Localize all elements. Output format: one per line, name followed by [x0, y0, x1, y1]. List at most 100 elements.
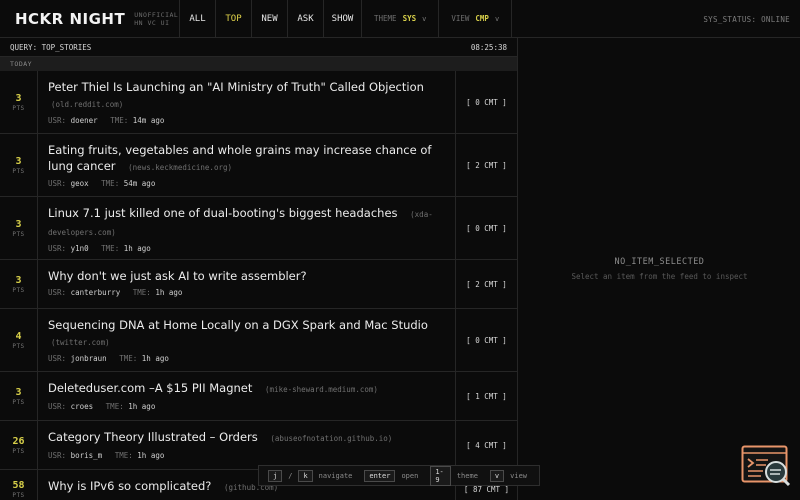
- story-body: Category Theory Illustrated – Orders (ab…: [38, 421, 455, 469]
- story-row[interactable]: 3 PTS Eating fruits, vegetables and whol…: [0, 134, 517, 197]
- story-time: 1h ago: [137, 450, 165, 460]
- story-row[interactable]: 26 PTS Category Theory Illustrated – Ord…: [0, 421, 517, 470]
- comments-link[interactable]: [ 0 CMT ]: [455, 197, 517, 259]
- empty-state-subtitle: Select an item from the feed to inspect: [571, 272, 748, 281]
- story-user[interactable]: boris_m: [71, 451, 103, 460]
- points-column: 3 PTS: [0, 372, 38, 420]
- story-row[interactable]: 3 PTS Peter Thiel Is Launching an "AI Mi…: [0, 71, 517, 134]
- story-title-line: Peter Thiel Is Launching an "AI Ministry…: [48, 79, 445, 112]
- story-title-line: Why don't we just ask AI to write assemb…: [48, 268, 445, 284]
- story-user[interactable]: y1n0: [71, 244, 89, 253]
- story-meta: USR: geox TME: 54m ago: [48, 179, 445, 188]
- comments-link[interactable]: [ 0 CMT ]: [455, 71, 517, 133]
- story-domain[interactable]: (news.keckmedicine.org): [128, 163, 232, 172]
- story-body: Sequencing DNA at Home Locally on a DGX …: [38, 309, 455, 371]
- story-title[interactable]: Peter Thiel Is Launching an "AI Ministry…: [48, 80, 424, 94]
- story-title[interactable]: Deleteduser.com –A $15 PII Magnet: [48, 381, 252, 395]
- nav-all[interactable]: ALL: [180, 0, 216, 37]
- story-meta: USR: croes TME: 1h ago: [48, 402, 445, 411]
- query-label: QUERY: TOP_STORIES: [10, 42, 92, 52]
- story-user[interactable]: geox: [71, 179, 89, 188]
- user-label: USR:: [48, 244, 67, 253]
- logo-subtitle-line-2: HN VC UI: [134, 18, 170, 27]
- story-time: 54m ago: [123, 179, 156, 188]
- logo[interactable]: HCKR NIGHT UNOFFICIAL HN VC UI: [0, 0, 180, 37]
- inspector-icon: [741, 445, 791, 487]
- comments-link[interactable]: [ 0 CMT ]: [455, 309, 517, 371]
- points-value: 3: [15, 218, 22, 230]
- points-label: PTS: [12, 398, 25, 406]
- points-label: PTS: [12, 447, 25, 455]
- feed-panel: QUERY: TOP_STORIES 08:25:38 TODAY 3 PTS …: [0, 38, 518, 500]
- points-label: PTS: [12, 104, 25, 112]
- inspector-widget-button[interactable]: [741, 445, 791, 487]
- story-title[interactable]: Why don't we just ask AI to write assemb…: [48, 269, 307, 283]
- story-title-line: Eating fruits, vegetables and whole grai…: [48, 142, 445, 175]
- logo-subtitle: UNOFFICIAL HN VC UI: [134, 11, 178, 27]
- keyboard-hints: j / k navigate enter open 1-9 theme v vi…: [258, 465, 540, 486]
- comments-link[interactable]: [ 2 CMT ]: [455, 260, 517, 308]
- key-separator: /: [288, 471, 293, 480]
- user-label: USR:: [48, 450, 67, 460]
- points-label: PTS: [12, 230, 25, 238]
- story-time: 1h ago: [128, 401, 156, 411]
- nav-new[interactable]: NEW: [252, 0, 288, 37]
- time-label: TME:: [105, 401, 124, 411]
- story-time: 1h ago: [141, 354, 169, 363]
- story-body: Linux 7.1 just killed one of dual-bootin…: [38, 197, 455, 259]
- story-time: 1h ago: [155, 287, 183, 297]
- time-label: TME:: [101, 244, 120, 253]
- key-enter: enter: [364, 469, 396, 482]
- points-column: 26 PTS: [0, 421, 38, 469]
- points-column: 58 PTS: [0, 470, 38, 500]
- comments-link[interactable]: [ 1 CMT ]: [455, 372, 517, 420]
- story-title-line: Category Theory Illustrated – Orders (ab…: [48, 429, 445, 447]
- detail-panel: NO_ITEM_SELECTED Select an item from the…: [519, 38, 800, 500]
- user-label: USR:: [48, 287, 67, 297]
- comments-link[interactable]: [ 4 CMT ]: [455, 421, 517, 469]
- story-row[interactable]: 3 PTS Why don't we just ask AI to write …: [0, 260, 517, 309]
- story-user[interactable]: doener: [71, 116, 98, 125]
- story-title[interactable]: Linux 7.1 just killed one of dual-bootin…: [48, 206, 398, 220]
- story-row[interactable]: 4 PTS Sequencing DNA at Home Locally on …: [0, 309, 517, 372]
- story-title[interactable]: Sequencing DNA at Home Locally on a DGX …: [48, 318, 428, 332]
- points-label: PTS: [12, 286, 25, 294]
- top-bar: HCKR NIGHT UNOFFICIAL HN VC UI ALL TOP N…: [0, 0, 800, 38]
- nav-show[interactable]: SHOW: [324, 0, 362, 37]
- points-value: 3: [15, 386, 22, 398]
- user-label: USR:: [48, 116, 67, 125]
- chevron-down-icon: v: [422, 14, 427, 23]
- story-list: 3 PTS Peter Thiel Is Launching an "AI Mi…: [0, 71, 517, 500]
- story-title[interactable]: Why is IPv6 so complicated?: [48, 479, 211, 493]
- story-time: 1h ago: [123, 244, 151, 253]
- nav-top[interactable]: TOP: [216, 0, 252, 37]
- story-domain[interactable]: (mike-sheward.medium.com): [265, 385, 378, 394]
- story-domain[interactable]: (twitter.com): [51, 338, 110, 347]
- story-time: 14m ago: [132, 116, 165, 125]
- story-user[interactable]: croes: [71, 402, 94, 411]
- story-domain[interactable]: (old.reddit.com): [51, 100, 123, 109]
- key-v: v: [489, 469, 505, 482]
- comments-link[interactable]: [ 2 CMT ]: [455, 134, 517, 196]
- theme-dropdown[interactable]: THEME SYS v: [362, 0, 440, 37]
- points-column: 4 PTS: [0, 309, 38, 371]
- story-body: Why don't we just ask AI to write assemb…: [38, 260, 455, 308]
- story-user[interactable]: canterburry: [71, 288, 121, 297]
- time-label: TME:: [132, 287, 151, 297]
- logo-subtitle-line-1: UNOFFICIAL: [134, 10, 179, 19]
- story-row[interactable]: 3 PTS Linux 7.1 just killed one of dual-…: [0, 197, 517, 260]
- nav-ask[interactable]: ASK: [288, 0, 324, 37]
- points-label: PTS: [12, 167, 25, 175]
- story-row[interactable]: 3 PTS Deleteduser.com –A $15 PII Magnet …: [0, 372, 517, 421]
- story-title[interactable]: Eating fruits, vegetables and whole grai…: [48, 143, 431, 173]
- story-user[interactable]: jonbraun: [71, 354, 107, 363]
- story-title[interactable]: Category Theory Illustrated – Orders: [48, 430, 258, 444]
- view-dropdown[interactable]: VIEW CMP v: [439, 0, 513, 37]
- story-domain[interactable]: (abuseofnotation.github.io): [270, 434, 392, 443]
- time-label: TME:: [101, 179, 120, 188]
- points-column: 3 PTS: [0, 134, 38, 196]
- empty-state-title: NO_ITEM_SELECTED: [614, 257, 705, 267]
- story-meta: USR: y1n0 TME: 1h ago: [48, 244, 445, 253]
- points-label: PTS: [12, 342, 25, 350]
- user-label: USR:: [48, 179, 67, 188]
